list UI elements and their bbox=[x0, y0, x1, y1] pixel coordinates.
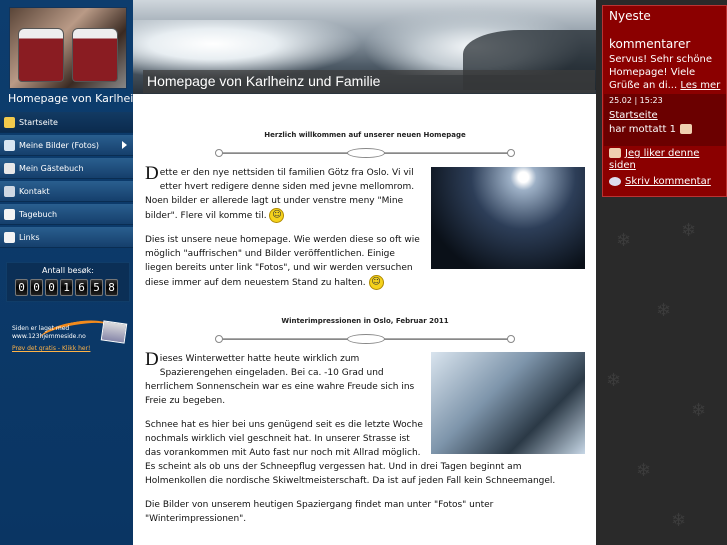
comment-page-link[interactable]: Startseite bbox=[609, 110, 658, 121]
likes-text: har mottatt 1 bbox=[609, 124, 676, 135]
menu-label: Meine Bilder (Fotos) bbox=[19, 140, 99, 150]
book-icon bbox=[4, 162, 15, 174]
counter-digit: 1 bbox=[60, 279, 73, 296]
snowflake-icon: ❄ bbox=[671, 510, 687, 531]
snowflake-icon: ❄ bbox=[636, 460, 652, 481]
speech-bubble-icon bbox=[609, 176, 621, 186]
paragraph-text: Die Bilder von unserem heutigen Spazierg… bbox=[145, 500, 494, 524]
try-free-link[interactable]: Prøv det gratis - Klikk her! bbox=[12, 345, 90, 352]
visit-counter: Antall besøk: 0 0 0 1 6 5 8 bbox=[6, 262, 130, 302]
logo-image bbox=[9, 7, 127, 89]
main-content: Homepage von Karlheinz und Familie Herzl… bbox=[133, 0, 596, 545]
smiley-icon: ☺ bbox=[269, 208, 285, 223]
divider-dot bbox=[215, 149, 223, 157]
menu-label: Startseite bbox=[19, 117, 58, 127]
thumbs-up-icon bbox=[609, 148, 621, 158]
photo-winter-ice[interactable] bbox=[431, 352, 585, 454]
menu-item-startseite[interactable]: Startseite bbox=[0, 112, 133, 133]
title-bar: Homepage von Karlheinz und Familie bbox=[143, 70, 595, 93]
header-banner: Homepage von Karlheinz und Familie bbox=[133, 0, 596, 94]
counter-digit: 0 bbox=[15, 279, 28, 296]
made-with-badge[interactable]: Siden er laget med www.123hjemmeside.no … bbox=[10, 316, 128, 356]
picture-icon bbox=[4, 139, 15, 151]
likes-count: har mottatt 1 bbox=[609, 124, 692, 135]
menu-label: Mein Gästebuch bbox=[19, 163, 84, 173]
jar-image bbox=[18, 28, 64, 82]
document-icon bbox=[4, 231, 15, 243]
nav-menu: Startseite Meine Bilder (Fotos) Mein Gäs… bbox=[0, 112, 133, 250]
article: Herzlich willkommen auf unserer neuen Ho… bbox=[145, 128, 585, 536]
drop-cap: D bbox=[145, 349, 159, 370]
section-title: Herzlich willkommen auf unserer neuen Ho… bbox=[264, 131, 466, 139]
made-with-site: www.123hjemmeside.no bbox=[12, 333, 86, 340]
menu-item-bilder[interactable]: Meine Bilder (Fotos) bbox=[0, 135, 133, 156]
snowflake-icon: ❄ bbox=[691, 400, 707, 421]
smiley-icon: ☺ bbox=[368, 275, 384, 290]
menu-label: Links bbox=[19, 232, 40, 242]
menu-item-gaestebuch[interactable]: Mein Gästebuch bbox=[0, 158, 133, 179]
thumbs-up-icon bbox=[679, 124, 692, 134]
comment-date: 25.02 | 15:23 bbox=[609, 96, 663, 105]
snowflake-icon: ❄ bbox=[681, 220, 697, 241]
divider-swirl bbox=[347, 334, 385, 344]
comments-subheading: kommentarer bbox=[609, 37, 691, 51]
mail-icon bbox=[4, 185, 15, 197]
made-with-label: Siden er laget med bbox=[12, 325, 70, 332]
divider-dot bbox=[507, 335, 515, 343]
sidebar: Homepage von Karlheinz und Familie Start… bbox=[0, 0, 133, 545]
counter-digit: 0 bbox=[30, 279, 43, 296]
home-icon bbox=[4, 116, 15, 128]
comment-text: Servus! Sehr schöne Homepage! Viele Grüß… bbox=[609, 53, 724, 92]
page-title: Homepage von Karlheinz und Familie bbox=[147, 73, 381, 89]
document-icon bbox=[4, 208, 15, 220]
comments-heading: Nyeste bbox=[609, 9, 651, 23]
read-more-link[interactable]: Les mer bbox=[680, 80, 720, 91]
write-comment-link[interactable]: Skriv kommentar bbox=[625, 176, 711, 187]
counter-digit: 6 bbox=[75, 279, 88, 296]
menu-item-tagebuch[interactable]: Tagebuch bbox=[0, 204, 133, 225]
latest-comments-widget: Nyeste kommentarer Servus! Sehr schöne H… bbox=[602, 5, 727, 197]
drop-cap: D bbox=[145, 163, 159, 184]
counter-digit: 0 bbox=[45, 279, 58, 296]
paragraph: Die Bilder von unserem heutigen Spazierg… bbox=[145, 498, 585, 526]
menu-label: Kontakt bbox=[19, 186, 50, 196]
photos-icon bbox=[100, 320, 128, 344]
section-title: Winterimpressionen in Oslo, Februar 2011 bbox=[281, 317, 449, 325]
site-name[interactable]: Homepage von Karlheinz und Familie bbox=[8, 92, 133, 105]
photo-oslo-sunset[interactable] bbox=[431, 167, 585, 269]
snowflake-icon: ❄ bbox=[606, 370, 622, 391]
snowflake-icon: ❄ bbox=[656, 300, 672, 321]
made-with-text: Siden er laget med www.123hjemmeside.no bbox=[12, 325, 86, 341]
jar-image bbox=[72, 28, 118, 82]
counter-digits: 0 0 0 1 6 5 8 bbox=[15, 279, 118, 296]
counter-digit: 5 bbox=[90, 279, 103, 296]
menu-label: Tagebuch bbox=[19, 209, 58, 219]
write-comment[interactable]: Skriv kommentar bbox=[609, 176, 711, 187]
ornament-divider bbox=[215, 334, 515, 344]
divider-dot bbox=[215, 335, 223, 343]
snowflake-icon: ❄ bbox=[616, 230, 632, 251]
divider-dot bbox=[507, 149, 515, 157]
menu-item-links[interactable]: Links bbox=[0, 227, 133, 248]
paragraph-text: ieses Winterwetter hatte heute wirklich … bbox=[145, 354, 415, 406]
ornament-divider bbox=[215, 148, 515, 158]
menu-item-kontakt[interactable]: Kontakt bbox=[0, 181, 133, 202]
submenu-arrow-icon bbox=[122, 141, 127, 149]
like-page[interactable]: Jeg liker denne siden bbox=[609, 148, 724, 172]
like-link[interactable]: Jeg liker denne siden bbox=[609, 148, 699, 171]
divider-swirl bbox=[347, 148, 385, 158]
counter-label: Antall besøk: bbox=[42, 266, 94, 275]
counter-digit: 8 bbox=[105, 279, 118, 296]
